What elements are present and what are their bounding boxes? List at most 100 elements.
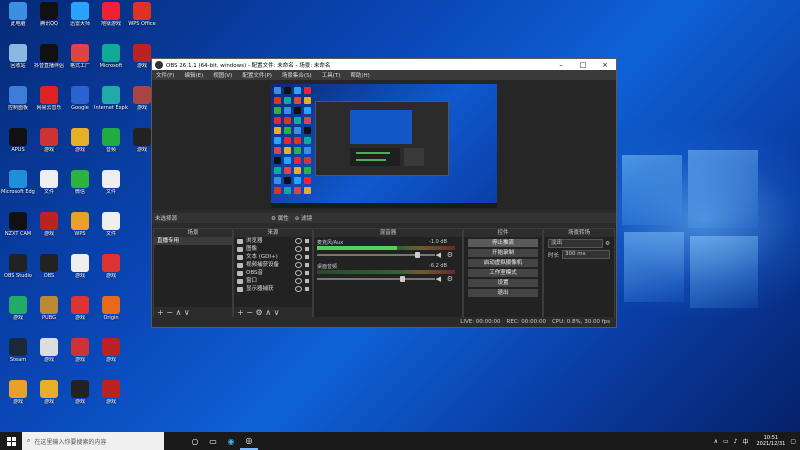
menu-item[interactable]: 场景集合(S) (282, 71, 312, 79)
volume-slider[interactable] (317, 278, 435, 280)
scene-item[interactable]: 直播专用 (154, 237, 232, 245)
desktop-icon[interactable]: 此电脑 (1, 1, 35, 39)
control-button[interactable]: 设置 (468, 279, 538, 287)
visibility-icon[interactable] (295, 270, 302, 276)
source-item[interactable]: 浏览器 (234, 237, 312, 245)
obs-titlebar[interactable]: OBS 26.1.1 (64-bit, windows) - 配置文件: 未命名… (152, 59, 616, 70)
desktop-icon[interactable]: Internet Explorer (94, 85, 128, 123)
desktop-icon[interactable]: 游戏 (63, 295, 97, 333)
volume-slider-handle[interactable] (415, 252, 421, 258)
obs-taskbar-icon[interactable]: ◎ (240, 432, 258, 450)
clock[interactable]: 10:51 2021/12/31 (757, 435, 786, 447)
network-icon[interactable]: ▭ (723, 438, 729, 445)
desktop-icon[interactable]: 控制面板 (1, 85, 35, 123)
source-item[interactable]: 显示器捕获 (234, 285, 312, 293)
lock-icon[interactable] (305, 247, 309, 251)
source-item[interactable]: 图像 (234, 245, 312, 253)
visibility-icon[interactable] (295, 262, 302, 268)
channel-settings-icon[interactable]: ⚙ (447, 275, 453, 283)
notification-icon[interactable]: ▢ (790, 438, 796, 445)
desktop-icon[interactable]: 地狱游戏 (94, 1, 128, 39)
menu-item[interactable]: 文件(F) (156, 71, 174, 79)
visibility-icon[interactable] (295, 254, 302, 260)
desktop-icon[interactable]: NZXT CAM (1, 211, 35, 249)
start-button[interactable] (0, 432, 22, 450)
desktop-icon[interactable]: 文件 (94, 169, 128, 207)
lock-icon[interactable] (305, 287, 309, 291)
desktop-icon[interactable]: Google (63, 85, 97, 123)
control-button[interactable]: 停止推流 (468, 239, 538, 247)
maximize-button[interactable]: □ (572, 61, 594, 69)
desktop-icon[interactable]: 抖音直播伴侣 (32, 43, 66, 81)
duration-input[interactable]: 300 ms (562, 250, 610, 259)
desktop-icon[interactable]: Origin (94, 295, 128, 333)
remove-scene-button[interactable]: − (166, 308, 173, 317)
desktop-icon[interactable]: PUBG (32, 295, 66, 333)
desktop-icon[interactable]: WPS Office (125, 1, 159, 39)
ime-indicator[interactable]: 中 (742, 437, 748, 446)
desktop-icon[interactable]: 游戏 (32, 337, 66, 375)
source-item[interactable]: 文本 (GDI+) (234, 253, 312, 261)
desktop-icon[interactable]: 文件 (94, 211, 128, 249)
volume-icon[interactable]: ◀ (436, 275, 441, 283)
desktop-icon[interactable]: 游戏 (94, 379, 128, 417)
source-item[interactable]: 窗口 (234, 277, 312, 285)
desktop-icon[interactable]: 游戏 (1, 295, 35, 333)
desktop-icon[interactable]: 游戏 (32, 211, 66, 249)
desktop-icon[interactable]: 回收站 (1, 43, 35, 81)
desktop-icon[interactable]: 游戏 (63, 253, 97, 291)
desktop-icon[interactable]: OBS (32, 253, 66, 291)
desktop-icon[interactable]: Microsoft Edge (1, 169, 35, 207)
desktop-icon[interactable]: OBS Studio (1, 253, 35, 291)
desktop-icon[interactable]: 迅雷大师 (63, 1, 97, 39)
desktop-icon[interactable]: 游戏 (32, 379, 66, 417)
edge-taskbar-icon[interactable]: ◉ (222, 432, 240, 450)
control-button[interactable]: 开始录制 (468, 249, 538, 257)
menu-item[interactable]: 配置文件(P) (242, 71, 272, 79)
source-item[interactable]: 视频捕获设备 (234, 261, 312, 269)
move-down-button[interactable]: ∨ (274, 308, 280, 317)
desktop-icon[interactable]: 游戏 (94, 253, 128, 291)
volume-icon[interactable]: ◀ (436, 251, 441, 259)
move-up-button[interactable]: ∧ (265, 308, 271, 317)
desktop-icon[interactable]: 游戏 (63, 127, 97, 165)
menu-item[interactable]: 编辑(E) (184, 71, 203, 79)
desktop-icon[interactable]: 网易云音乐 (32, 85, 66, 123)
desktop-icon[interactable]: 音频 (94, 127, 128, 165)
source-item[interactable]: OBS音 (234, 269, 312, 277)
control-button[interactable]: 工作室模式 (468, 269, 538, 277)
visibility-icon[interactable] (295, 286, 302, 292)
channel-settings-icon[interactable]: ⚙ (447, 251, 453, 259)
lock-icon[interactable] (305, 271, 309, 275)
task-view-button[interactable]: ▭ (204, 432, 222, 450)
obs-window[interactable]: OBS 26.1.1 (64-bit, windows) - 配置文件: 未命名… (151, 58, 617, 328)
desktop-icon[interactable]: Microsoft (94, 43, 128, 81)
taskbar-search[interactable]: ⌕ 在这里输入你要搜索的内容 (22, 432, 164, 450)
desktop-icon[interactable]: 游戏 (63, 337, 97, 375)
volume-slider-handle[interactable] (399, 276, 405, 282)
filters-button[interactable]: ⊛ 滤镜 (295, 214, 312, 222)
desktop-icon[interactable]: 文件 (32, 169, 66, 207)
transition-settings-icon[interactable]: ⚙ (605, 241, 610, 247)
desktop-icon[interactable]: 微信 (63, 169, 97, 207)
lock-icon[interactable] (305, 279, 309, 283)
desktop-icon[interactable]: 腾讯QQ (32, 1, 66, 39)
task-view-icon[interactable]: ○ (186, 432, 204, 450)
desktop-icon[interactable]: Steam (1, 337, 35, 375)
menu-item[interactable]: 视图(V) (213, 71, 232, 79)
tray-up-icon[interactable]: ∧ (714, 438, 718, 445)
menu-item[interactable]: 工具(T) (322, 71, 341, 79)
desktop-icon[interactable]: WPS (63, 211, 97, 249)
lock-icon[interactable] (305, 239, 309, 243)
menu-item[interactable]: 帮助(H) (350, 71, 369, 79)
desktop-icon[interactable]: 游戏 (63, 379, 97, 417)
volume-icon[interactable]: ♪ (734, 438, 738, 445)
desktop-icon[interactable]: 格式工厂 (63, 43, 97, 81)
desktop-icon[interactable]: APUS (1, 127, 35, 165)
transition-select[interactable]: 淡出 (548, 239, 604, 248)
obs-preview[interactable] (152, 80, 616, 210)
properties-button[interactable]: ⚙ 属性 (271, 214, 289, 222)
add-scene-button[interactable]: + (157, 308, 164, 317)
minimize-button[interactable]: – (550, 61, 572, 69)
source-settings-icon[interactable]: ⚙ (256, 308, 263, 317)
